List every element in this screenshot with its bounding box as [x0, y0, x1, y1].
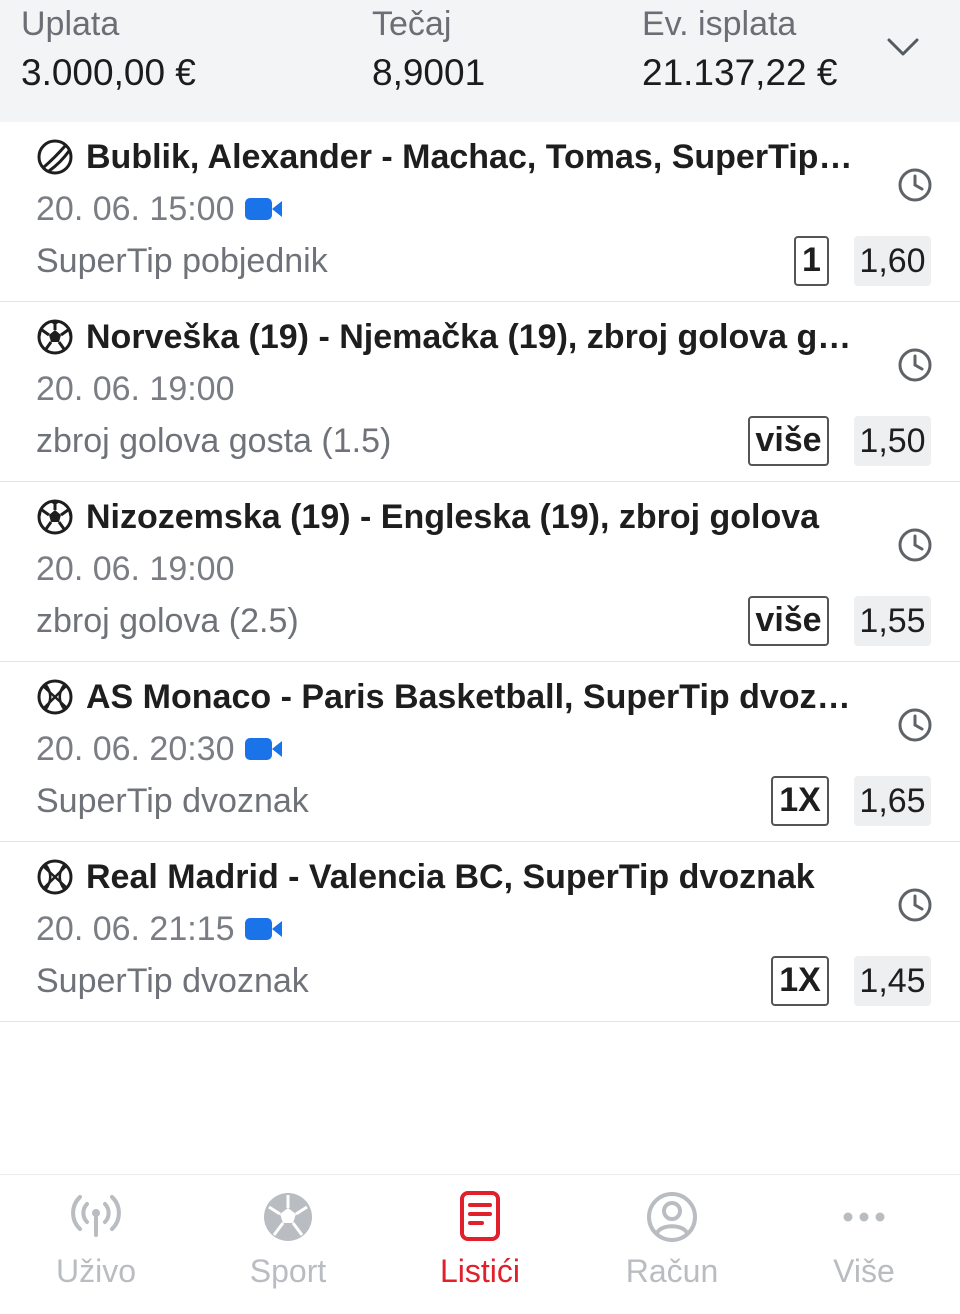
bet-row[interactable]: Real Madrid - Valencia BC, SuperTip dvoz…: [0, 842, 960, 1022]
match-time-text: 20. 06. 19:00: [36, 370, 235, 408]
chevron-down-icon[interactable]: [884, 28, 922, 66]
nav-label-more: Više: [833, 1253, 895, 1289]
market-name: SuperTip dvoznak: [36, 782, 309, 820]
nav-item-tickets[interactable]: Listići: [384, 1189, 576, 1291]
market-name: zbroj golova (2.5): [36, 602, 299, 640]
stake-block: Uplata 3.000,00 €: [21, 4, 196, 98]
odd-value: 1,60: [854, 236, 931, 286]
match-time-text: 20. 06. 20:30: [36, 730, 235, 768]
clock-icon: [898, 168, 932, 202]
match-time: 20. 06. 21:15: [36, 908, 283, 950]
clock-icon: [898, 348, 932, 382]
odds-block: Tečaj 8,9001: [372, 4, 485, 98]
match-time: 20. 06. 20:30: [36, 728, 283, 770]
more-dots-icon: [843, 1212, 885, 1222]
market-name: zbroj golova gosta (1.5): [36, 422, 392, 460]
bet-row[interactable]: AS Monaco - Paris Basketball, SuperTip d…: [0, 662, 960, 842]
match-title: Norveška (19) - Njemačka (19), zbroj gol…: [86, 318, 856, 356]
soccer-ball-icon: [37, 319, 73, 355]
clock-icon: [898, 708, 932, 742]
clock-icon: [898, 888, 932, 922]
nav-label-live: Uživo: [55, 1253, 136, 1289]
bottom-navigation: Uživo Sport Listići Račun Više: [0, 1174, 960, 1314]
pick-badge: 1X: [771, 776, 829, 826]
bet-summary-header[interactable]: Uplata 3.000,00 € Tečaj 8,9001 Ev. ispla…: [0, 0, 960, 122]
basketball-icon: [37, 859, 73, 895]
ticket-list-icon: [460, 1191, 500, 1241]
clock-icon: [898, 528, 932, 562]
tennis-ball-icon: [37, 139, 73, 175]
pick-badge: 1: [794, 236, 829, 286]
basketball-icon: [37, 679, 73, 715]
user-account-icon: [647, 1192, 697, 1242]
market-name: SuperTip dvoznak: [36, 962, 309, 1000]
pick-badge: 1X: [771, 956, 829, 1006]
bet-row[interactable]: Nizozemska (19) - Engleska (19), zbroj g…: [0, 482, 960, 662]
stake-label: Uplata: [21, 5, 120, 43]
odd-value: 1,45: [854, 956, 931, 1006]
match-title: AS Monaco - Paris Basketball, SuperTip d…: [86, 678, 856, 716]
bet-row[interactable]: Bublik, Alexander - Machac, Tomas, Super…: [0, 122, 960, 302]
match-time-text: 20. 06. 21:15: [36, 910, 235, 948]
match-time: 20. 06. 19:00: [36, 548, 235, 590]
nav-item-live[interactable]: Uživo: [0, 1189, 192, 1291]
match-time-text: 20. 06. 19:00: [36, 550, 235, 588]
odd-value: 1,55: [854, 596, 931, 646]
nav-label-tickets: Listići: [439, 1253, 520, 1289]
nav-item-more[interactable]: Više: [768, 1189, 960, 1291]
match-title: Real Madrid - Valencia BC, SuperTip dvoz…: [86, 858, 815, 896]
match-time-text: 20. 06. 15:00: [36, 190, 235, 228]
payout-label: Ev. isplata: [642, 5, 797, 43]
odd-value: 1,50: [854, 416, 931, 466]
bet-row[interactable]: Norveška (19) - Njemačka (19), zbroj gol…: [0, 302, 960, 482]
match-time: 20. 06. 15:00: [36, 188, 283, 230]
payout-value: 21.137,22 €: [642, 52, 838, 93]
bet-selection-list: Bublik, Alexander - Machac, Tomas, Super…: [0, 122, 960, 1022]
market-name: SuperTip pobjednik: [36, 242, 328, 280]
pick-badge: više: [748, 416, 829, 466]
payout-block: Ev. isplata 21.137,22 €: [642, 4, 837, 98]
nav-item-sport[interactable]: Sport: [192, 1189, 384, 1291]
broadcast-icon: [71, 1195, 121, 1237]
total-odds-value: 8,9001: [372, 52, 486, 93]
odd-value: 1,65: [854, 776, 931, 826]
total-odds-label: Tečaj: [372, 5, 452, 43]
video-stream-icon: [244, 738, 282, 760]
match-title: Nizozemska (19) - Engleska (19), zbroj g…: [86, 498, 820, 536]
nav-label-sport: Sport: [249, 1253, 327, 1289]
match-time: 20. 06. 19:00: [36, 368, 235, 410]
nav-label-account: Račun: [625, 1253, 719, 1289]
video-stream-icon: [244, 198, 282, 220]
soccer-ball-icon: [264, 1193, 312, 1241]
nav-item-account[interactable]: Račun: [576, 1189, 768, 1291]
match-title: Bublik, Alexander - Machac, Tomas, Super…: [86, 138, 856, 176]
pick-badge: više: [748, 596, 829, 646]
video-stream-icon: [244, 918, 282, 940]
stake-value: 3.000,00 €: [21, 52, 196, 93]
soccer-ball-icon: [37, 499, 73, 535]
